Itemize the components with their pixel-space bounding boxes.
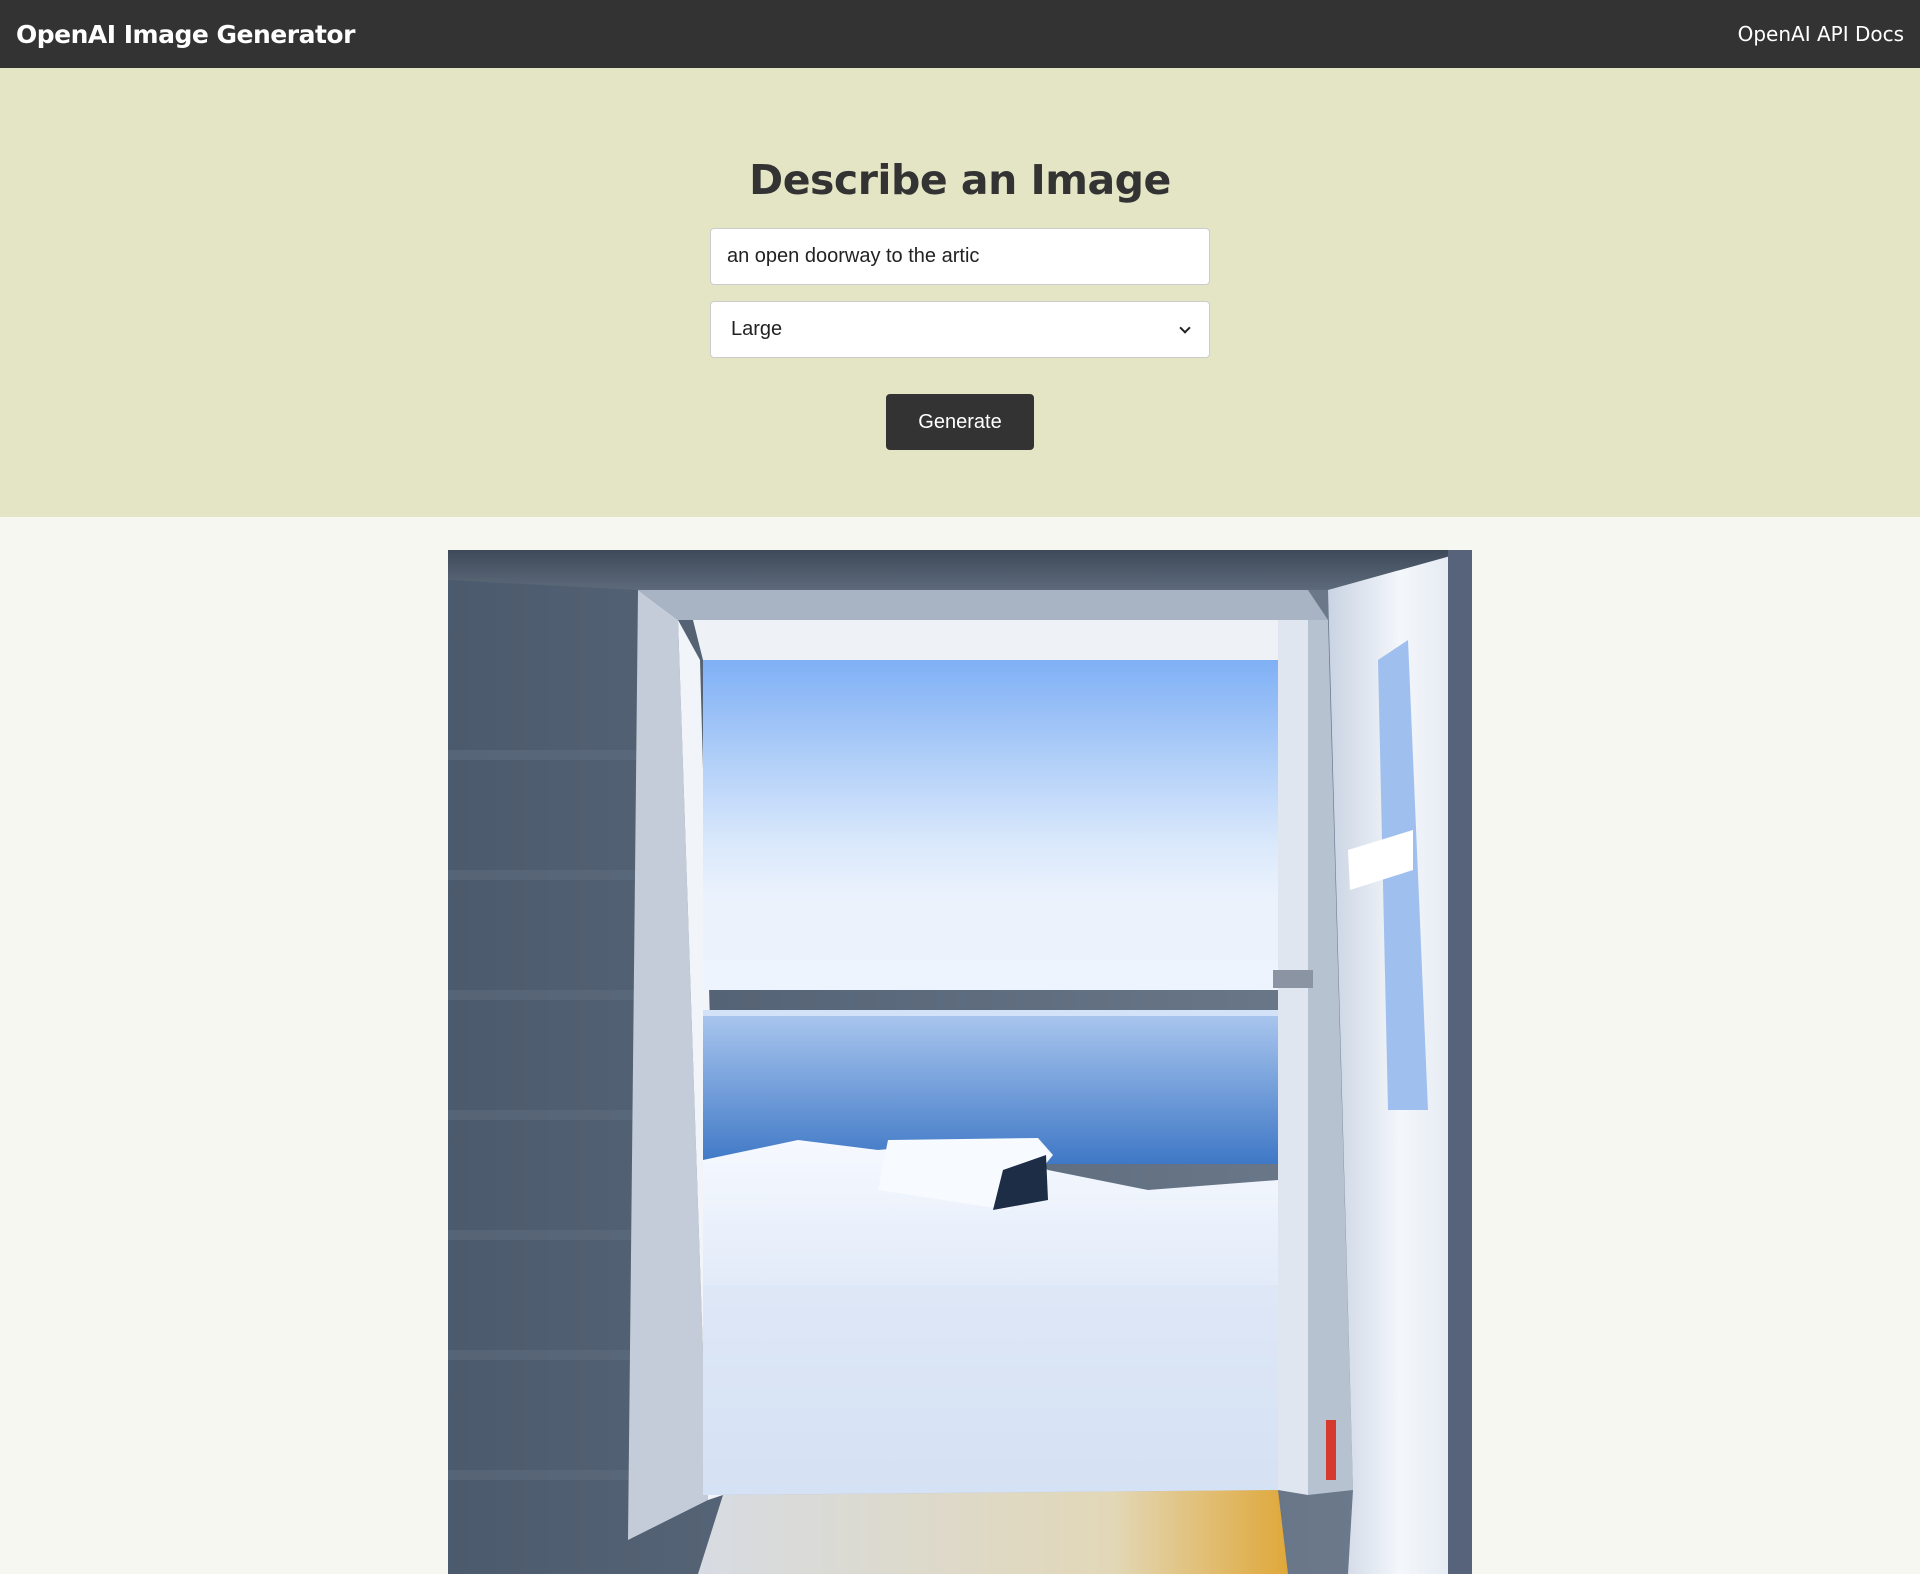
brand-logo[interactable]: OpenAI Image Generator: [16, 20, 355, 49]
prompt-form-section: Describe an Image Large Generate: [0, 68, 1920, 517]
page-title: Describe an Image: [749, 156, 1171, 204]
prompt-input[interactable]: [710, 228, 1210, 285]
api-docs-link[interactable]: OpenAI API Docs: [1738, 22, 1904, 46]
generated-image: [448, 550, 1472, 1574]
chevron-down-icon: [1179, 321, 1191, 334]
size-select[interactable]: Large: [710, 301, 1210, 358]
size-select-value: Large: [731, 318, 783, 340]
generate-button[interactable]: Generate: [886, 394, 1034, 450]
navbar: OpenAI Image Generator OpenAI API Docs: [0, 0, 1920, 68]
